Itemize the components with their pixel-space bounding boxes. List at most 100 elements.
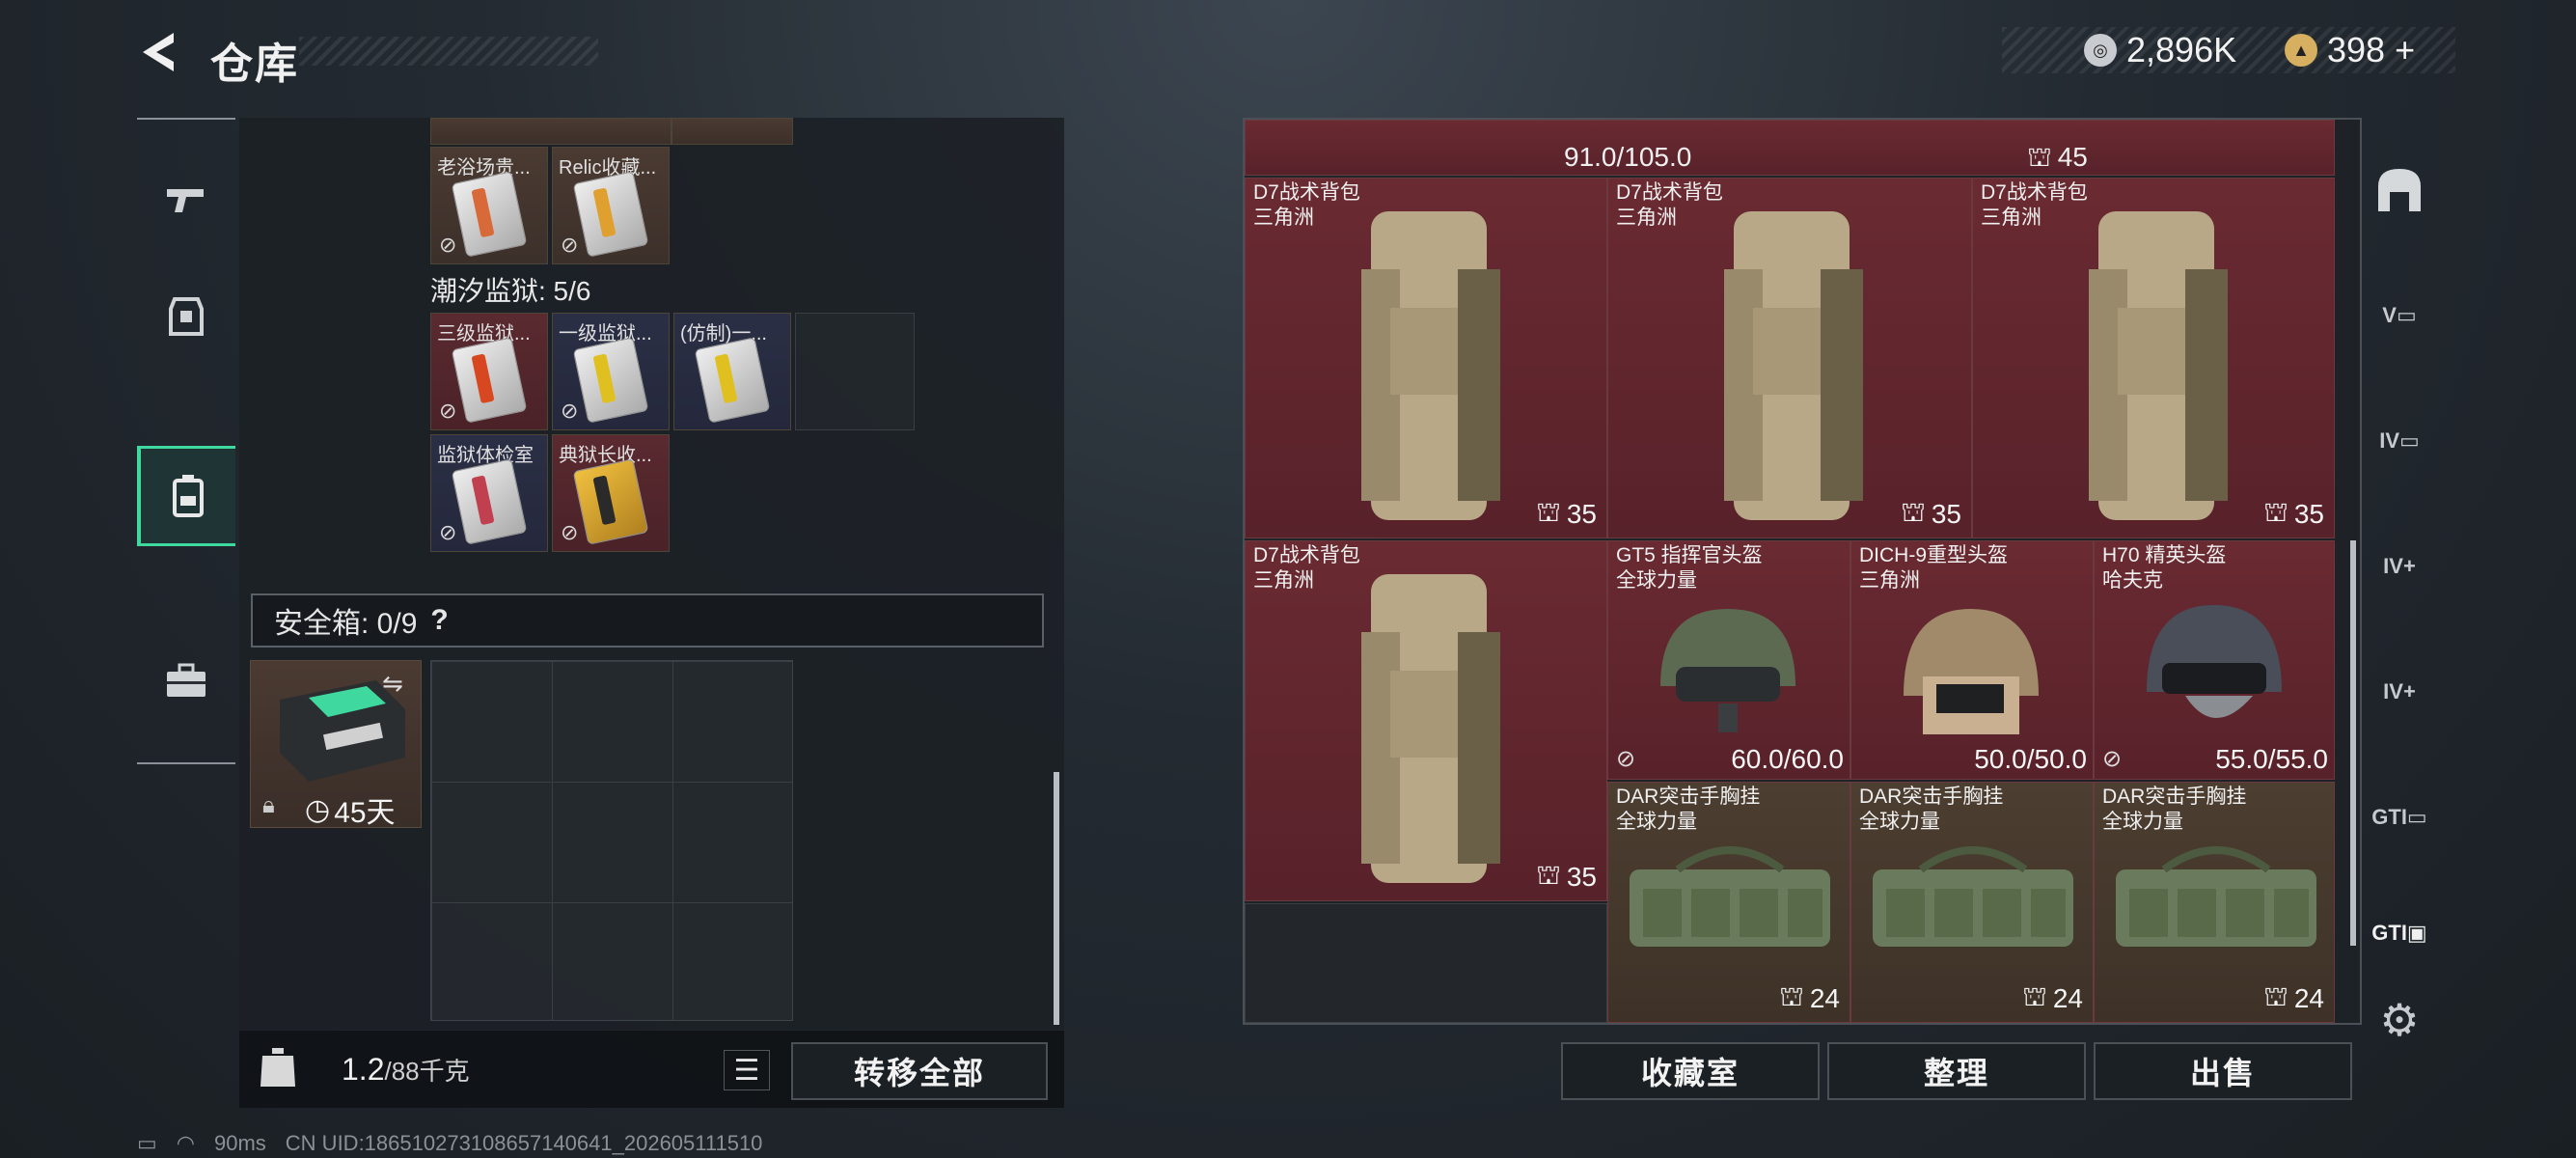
item-slot-helmet[interactable]: H70 精英头盔 哈夫克 ⊘ 55.0/55.0 <box>2094 540 2335 780</box>
key-card-slot[interactable]: 一级监狱... ⊘ <box>552 313 670 430</box>
item-count: ⛫ 24 <box>2263 981 2324 1016</box>
item-name: DICH-9重型头盔 三角洲 <box>1859 544 2009 592</box>
help-icon[interactable]: ? <box>430 604 448 637</box>
item-durability: 91.0/105.0 <box>1564 142 1692 172</box>
tab-storage-iv-3[interactable]: IV+ <box>2362 639 2437 745</box>
capacity-icon: ⛫ <box>2263 497 2288 527</box>
gun-icon <box>167 189 204 212</box>
category-sidebar <box>137 118 235 764</box>
sidebar-item-armor[interactable] <box>137 264 235 365</box>
capacity-icon: ⛫ <box>2022 981 2047 1011</box>
storage-tabs: V▭ IV▭ IV+ IV+ GTI▭ GTI▣ ⚙ <box>2362 118 2437 1083</box>
collection-room-button[interactable]: 收藏室 <box>1561 1042 1820 1100</box>
storage-gti-icon: GTI▭ <box>2371 805 2427 829</box>
item-slot-backpack[interactable]: D7战术背包 三角洲 ⛫ 35 <box>1972 178 2335 538</box>
gold-amount: 398 <box>2327 30 2386 69</box>
uid-text: CN UID:186510273108657140641_20260511151… <box>285 1131 763 1155</box>
empty-slot[interactable] <box>1245 903 1607 1023</box>
backpack-icon <box>173 475 204 517</box>
back-button[interactable] <box>135 27 185 77</box>
sidebar-item-backpack[interactable] <box>137 446 235 546</box>
weight-value: 1.2 <box>342 1052 385 1087</box>
key-card-image <box>694 337 771 424</box>
gold-coin-icon: ▲ <box>2285 34 2317 67</box>
shelter-icon <box>2378 169 2421 211</box>
silver-currency[interactable]: ◎ 2,896K <box>2084 27 2236 73</box>
item-slot-chest-rig[interactable]: DAR突击手胸挂 全球力量 ⛫ 24 <box>2094 782 2335 1023</box>
storage-scrollbar[interactable] <box>2350 540 2356 946</box>
partial-slot-row <box>430 118 671 145</box>
weight-max: /88千克 <box>384 1057 470 1086</box>
key-card-slot[interactable]: 监狱体检室 ⊘ <box>430 434 548 552</box>
item-slot-backpack[interactable]: D7战术背包 三角洲 ⛫ 35 <box>1245 540 1607 901</box>
empty-slot[interactable] <box>795 313 915 430</box>
item-count: ⛫ 24 <box>2022 981 2083 1016</box>
tab-storage-iv-1[interactable]: IV▭ <box>2362 388 2437 494</box>
partial-item-row[interactable]: 91.0/105.0 ⛫ 45 <box>1245 120 2335 176</box>
key-card-slot[interactable]: 老浴场贵... ⊘ <box>430 147 548 264</box>
list-icon: ☰ <box>733 1054 760 1087</box>
item-durability: 55.0/55.0 <box>2215 744 2328 774</box>
item-count: ⛫ 35 <box>1901 497 1961 532</box>
safebox-label: 安全箱: 0/9 <box>274 608 418 640</box>
key-card-image <box>572 171 649 258</box>
key-card-slot[interactable]: 三级监狱... ⊘ <box>430 313 548 430</box>
item-slot-helmet[interactable]: DICH-9重型头盔 三角洲 50.0/50.0 <box>1850 540 2094 780</box>
gold-currency[interactable]: ▲ 398 + <box>2285 27 2415 73</box>
item-name: DAR突击手胸挂 全球力量 <box>1616 786 1761 833</box>
no-repair-icon: ⊘ <box>2102 746 2123 772</box>
safebox-item[interactable]: ⇋ 🔒︎ ◷ 45天 <box>250 660 422 831</box>
key-card-slot[interactable]: Relic收藏... ⊘ <box>552 147 670 264</box>
item-slot-backpack[interactable]: D7战术背包 三角洲 ⛫ 35 <box>1245 178 1607 538</box>
item-count: ⛫ 35 <box>1536 497 1597 532</box>
backpack-capacity-icon: ⛫ <box>2027 142 2052 172</box>
settings-button[interactable]: ⚙ <box>2362 967 2437 1073</box>
gear-icon: ⚙ <box>2379 995 2420 1045</box>
duration-text: 45天 <box>334 797 396 829</box>
item-count: ⛫ 35 <box>1536 860 1597 895</box>
key-card-image <box>451 171 528 258</box>
safebox-grid[interactable] <box>430 660 793 1021</box>
item-durability: 60.0/60.0 <box>1731 744 1844 774</box>
tab-storage-iv-2[interactable]: IV+ <box>2362 513 2437 620</box>
item-name: H70 精英头盔 哈夫克 <box>2102 544 2227 592</box>
sell-button[interactable]: 出售 <box>2094 1042 2352 1100</box>
item-slot-chest-rig[interactable]: DAR突击手胸挂 全球力量 ⛫ 24 <box>1607 782 1850 1023</box>
battery-icon: ▭ <box>137 1131 157 1155</box>
transfer-all-button[interactable]: 转移全部 <box>791 1042 1048 1100</box>
capacity-icon: ⛫ <box>1779 981 1804 1011</box>
capacity-icon: ⛫ <box>1536 860 1561 890</box>
item-count: ⛫ 45 <box>2027 142 2088 175</box>
sidebar-item-weapons[interactable] <box>137 149 235 249</box>
chest-rig-image <box>2116 846 2316 947</box>
no-trade-icon: ⊘ <box>561 233 579 257</box>
key-card-image <box>572 458 649 545</box>
sidebar-item-case[interactable] <box>137 631 235 731</box>
item-slot-backpack[interactable]: D7战术背包 三角洲 ⛫ 35 <box>1607 178 1972 538</box>
key-card-slot[interactable]: (仿制)一... <box>673 313 791 430</box>
weight-icon <box>259 1042 301 1094</box>
armor-icon <box>169 297 204 336</box>
item-name: GT5 指挥官头盔 全球力量 <box>1616 544 1763 592</box>
tab-all-storage[interactable] <box>2362 137 2437 243</box>
item-slot-chest-rig[interactable]: DAR突击手胸挂 全球力量 ⛫ 24 <box>1850 782 2094 1023</box>
key-card-slot[interactable]: 典狱长收... ⊘ <box>552 434 670 552</box>
list-view-button[interactable]: ☰ <box>724 1050 770 1090</box>
item-count: ⛫ 24 <box>1779 981 1840 1016</box>
lock-icon: 🔒︎ <box>262 792 275 818</box>
key-card-image <box>451 337 528 424</box>
safebox-header: 安全箱: 0/9 ? <box>251 593 1044 648</box>
silver-amount: 2,896K <box>2126 30 2237 69</box>
safebox-duration: ◷ 45天 <box>305 788 396 831</box>
tab-storage-v[interactable]: V▭ <box>2362 262 2437 369</box>
storage-iv-icon: IV▭ <box>2379 428 2420 453</box>
backpack-image <box>1361 574 1500 883</box>
swap-icon[interactable]: ⇋ <box>382 669 403 699</box>
inventory-scrollbar[interactable] <box>1054 772 1059 1025</box>
no-trade-icon: ⊘ <box>439 233 457 257</box>
weight-readout: 1.2/88千克 <box>342 1052 470 1088</box>
item-slot-helmet[interactable]: GT5 指挥官头盔 全球力量 ⊘ 60.0/60.0 <box>1607 540 1850 780</box>
sort-button[interactable]: 整理 <box>1827 1042 2086 1100</box>
add-currency-icon[interactable]: + <box>2395 30 2415 70</box>
tab-storage-gti-1[interactable]: GTI▭ <box>2362 764 2437 870</box>
